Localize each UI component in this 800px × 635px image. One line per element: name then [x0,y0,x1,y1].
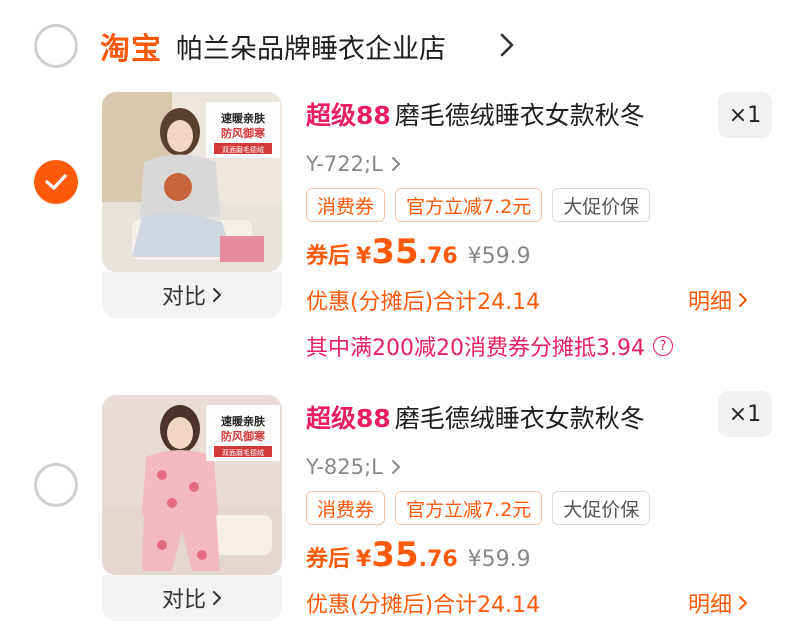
price-lead: 券后 [306,244,351,269]
store-header: 淘宝 帕兰朵品牌睡衣企业店 [0,0,800,90]
chevron-right-icon [391,460,400,474]
price-currency: ¥ [356,244,372,269]
thumb-badge-line3: 双面磨毛德绒 [222,145,264,154]
price-currency: ¥ [356,547,372,572]
detail-label: 明细 [688,290,733,315]
store-select-radio[interactable] [34,24,78,68]
title-text: 磨毛德绒睡衣女款秋冬 [394,101,645,130]
thumb-badge-line1: 速暖亲肤 [221,414,266,428]
price-integer: 35 [371,535,419,575]
coupon-note: 其中满200减20消费券分摊抵3.94 ? [306,330,673,362]
title-text: 磨毛德绒睡衣女款秋冬 [394,404,645,433]
product-image[interactable]: 速暖亲肤 防风御寒 双面磨毛德绒 [102,395,282,575]
sku-selector[interactable]: Y-825;L [306,455,401,479]
item-select-checkbox[interactable] [34,160,78,204]
coupon-note-text: 其中满200减20消费券分摊抵3.94 [306,336,645,361]
chevron-right-icon [739,293,748,307]
badge-coupon: 消费券 [306,491,386,525]
store-name[interactable]: 帕兰朵品牌睡衣企业店 [176,27,446,66]
badge-price-protect: 大促价保 [552,491,651,525]
quantity-button[interactable]: ×1 [718,391,772,437]
compare-label: 对比 [161,285,206,310]
product-image[interactable]: 速暖亲肤 防风御寒 双面磨毛德绒 [102,92,282,272]
detail-link[interactable]: 明细 [688,284,748,316]
title-tag: 超级88 [306,101,391,130]
sku-text: Y-825;L [306,455,383,479]
thumb-badge-line2: 防风御寒 [221,429,266,443]
badge-coupon: 消费券 [306,188,386,222]
product-title[interactable]: 超级88 磨毛德绒睡衣女款秋冬 [306,399,645,435]
title-tag: 超级88 [306,404,391,433]
quantity-button[interactable]: ×1 [718,92,772,138]
badge-price-protect: 大促价保 [552,188,651,222]
detail-link[interactable]: 明细 [688,587,748,619]
detail-label: 明细 [688,593,733,618]
thumb-badge-line1: 速暖亲肤 [221,111,266,125]
promo-badges: 消费券 官方立减7.2元 大促价保 [306,491,651,525]
original-price: ¥59.9 [467,547,531,572]
compare-button[interactable]: 对比 [102,272,282,318]
thumb-badge-line3: 双面磨毛德绒 [222,448,264,457]
item-select-checkbox[interactable] [34,463,78,507]
chevron-right-icon [213,288,221,302]
price-integer: 35 [371,232,419,272]
sku-text: Y-722;L [306,152,383,176]
compare-label: 对比 [161,588,206,613]
chevron-right-icon [391,157,400,171]
promo-badges: 消费券 官方立减7.2元 大促价保 [306,188,651,222]
cart-item: 速暖亲肤 防风御寒 双面磨毛德绒 对比 超级88 磨毛德绒睡衣女款秋冬 ×1 Y-… [0,391,800,635]
price-decimal: .76 [418,547,458,572]
price-row: 券后 ¥ 35 .76 ¥59.9 [306,535,531,575]
original-price: ¥59.9 [467,244,531,269]
cart-item: 速暖亲肤 防风御寒 双面磨毛德绒 对比 超级88 磨毛德绒睡衣女款秋冬 ×1 Y-… [0,92,800,382]
taobao-logo: 淘宝 [100,32,162,67]
help-icon[interactable]: ? [652,336,673,356]
sku-selector[interactable]: Y-722;L [306,152,401,176]
thumb-badge-line2: 防风御寒 [221,126,266,140]
chevron-right-icon[interactable] [500,33,514,61]
badge-discount: 官方立减7.2元 [395,188,543,222]
chevron-right-icon [213,591,221,605]
check-icon [45,174,67,190]
price-row: 券后 ¥ 35 .76 ¥59.9 [306,232,531,272]
badge-discount: 官方立减7.2元 [395,491,543,525]
compare-button[interactable]: 对比 [102,575,282,621]
price-decimal: .76 [418,244,458,269]
chevron-right-icon [739,596,748,610]
price-lead: 券后 [306,547,351,572]
product-title[interactable]: 超级88 磨毛德绒睡衣女款秋冬 [306,96,645,132]
